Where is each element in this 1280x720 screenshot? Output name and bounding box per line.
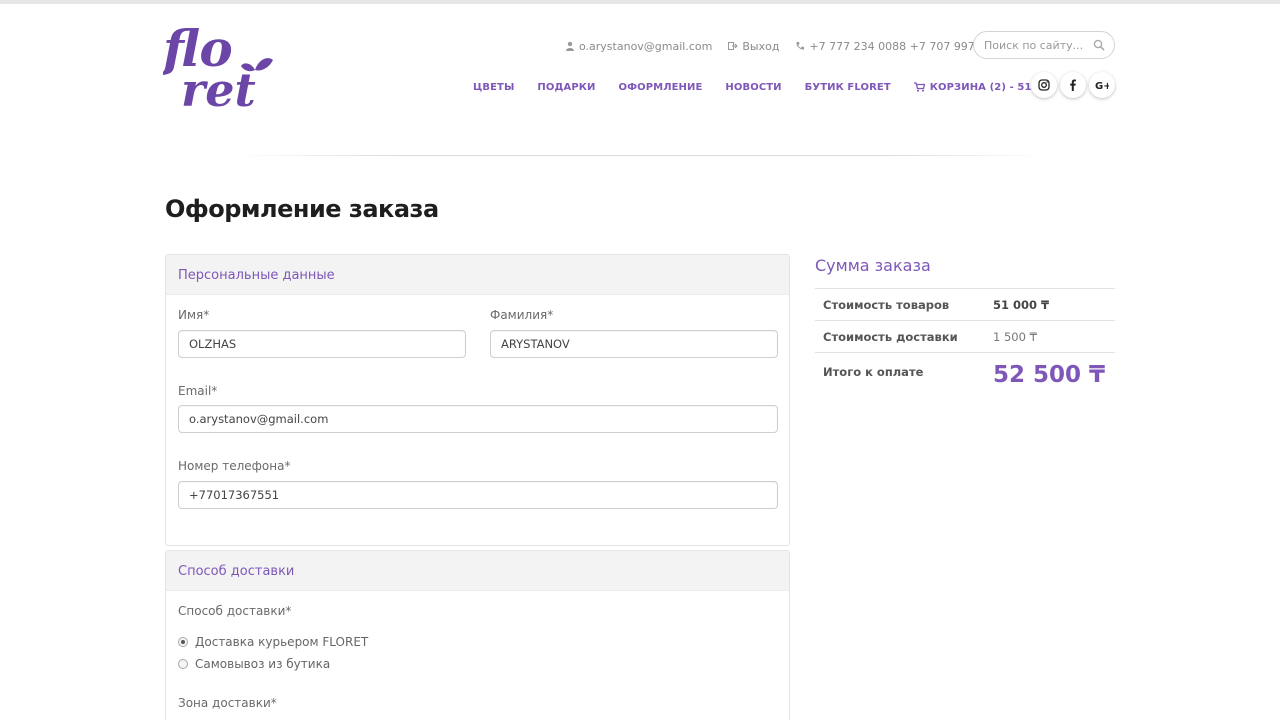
summary-row-total: Итого к оплате 52 500 ₸ <box>815 353 1115 399</box>
floret-logo[interactable]: flo ret <box>160 19 279 117</box>
delivery-option-courier-label: Доставка курьером FLORET <box>195 635 369 649</box>
svg-text:ret: ret <box>181 63 256 110</box>
page-title: Оформление заказа <box>165 195 439 223</box>
delivery-cost-value: 1 500 ₸ <box>993 329 1037 344</box>
search-box[interactable] <box>973 31 1115 59</box>
delivery-option-pickup[interactable]: Самовывоз из бутика <box>178 657 330 671</box>
nav-boutique[interactable]: БУТИК FLORET <box>805 82 891 93</box>
last-name-label: Фамилия* <box>490 308 554 322</box>
account-email: o.arystanov@gmail.com <box>579 39 713 53</box>
search-input[interactable] <box>984 32 1096 58</box>
first-name-label: Имя* <box>178 308 210 322</box>
email-label: Email* <box>178 384 218 398</box>
main-nav: ЦВЕТЫ ПОДАРКИ ОФОРМЛЕНИЕ НОВОСТИ БУТИК F… <box>473 80 1078 94</box>
delivery-panel: Способ доставки Способ доставки* Доставк… <box>165 550 790 720</box>
goods-cost-label: Стоимость товаров <box>823 297 950 312</box>
total-value: 52 500 ₸ <box>993 362 1106 388</box>
last-name-field[interactable] <box>490 330 778 358</box>
header-divider <box>235 155 1050 156</box>
goods-cost-value: 51 000 ₸ <box>993 297 1050 312</box>
nav-decoration[interactable]: ОФОРМЛЕНИЕ <box>619 82 703 93</box>
nav-flowers[interactable]: ЦВЕТЫ <box>473 82 514 93</box>
delivery-cost-label: Стоимость доставки <box>823 329 958 344</box>
delivery-option-courier[interactable]: Доставка курьером FLORET <box>178 635 368 649</box>
nav-gifts[interactable]: ПОДАРКИ <box>537 82 595 93</box>
facebook-icon[interactable] <box>1060 72 1086 98</box>
radio-courier[interactable] <box>178 637 188 647</box>
logout-link[interactable]: Выход <box>728 40 779 53</box>
delivery-zone-label: Зона доставки* <box>178 696 277 710</box>
personal-data-panel: Персональные данные Имя* Фамилия* Email*… <box>165 254 790 546</box>
logout-icon <box>728 41 739 51</box>
phone-field[interactable] <box>178 481 778 509</box>
instagram-icon[interactable] <box>1031 72 1057 98</box>
total-label: Итого к оплате <box>823 365 924 379</box>
phone-label: Номер телефона* <box>178 459 291 473</box>
order-summary-table: Стоимость товаров 51 000 ₸ Стоимость дос… <box>815 288 1115 399</box>
order-summary-heading: Сумма заказа <box>815 256 931 275</box>
delivery-method-label: Способ доставки* <box>178 604 292 618</box>
header-info-row: o.arystanov@gmail.com Выход +7 777 234 0… <box>565 38 1022 54</box>
logout-label: Выход <box>742 39 780 53</box>
google-plus-icon[interactable]: G+ <box>1089 72 1115 98</box>
cart-icon <box>913 82 925 92</box>
personal-data-heading: Персональные данные <box>166 255 789 295</box>
summary-row-delivery: Стоимость доставки 1 500 ₸ <box>815 321 1115 353</box>
delivery-heading: Способ доставки <box>166 551 789 591</box>
delivery-option-pickup-label: Самовывоз из бутика <box>195 657 331 671</box>
radio-pickup[interactable] <box>178 659 188 669</box>
first-name-field[interactable] <box>178 330 466 358</box>
svg-text:G+: G+ <box>1095 81 1109 91</box>
search-icon[interactable] <box>1093 39 1105 51</box>
email-field[interactable] <box>178 405 778 433</box>
summary-row-goods: Стоимость товаров 51 000 ₸ <box>815 289 1115 321</box>
floret-logo-image: flo ret <box>160 19 273 117</box>
top-border <box>0 0 1280 4</box>
user-icon <box>565 41 575 51</box>
phone-icon <box>795 41 805 51</box>
account-link[interactable]: o.arystanov@gmail.com <box>565 40 712 53</box>
nav-news[interactable]: НОВОСТИ <box>725 82 781 93</box>
social-links: G+ <box>1031 72 1118 98</box>
